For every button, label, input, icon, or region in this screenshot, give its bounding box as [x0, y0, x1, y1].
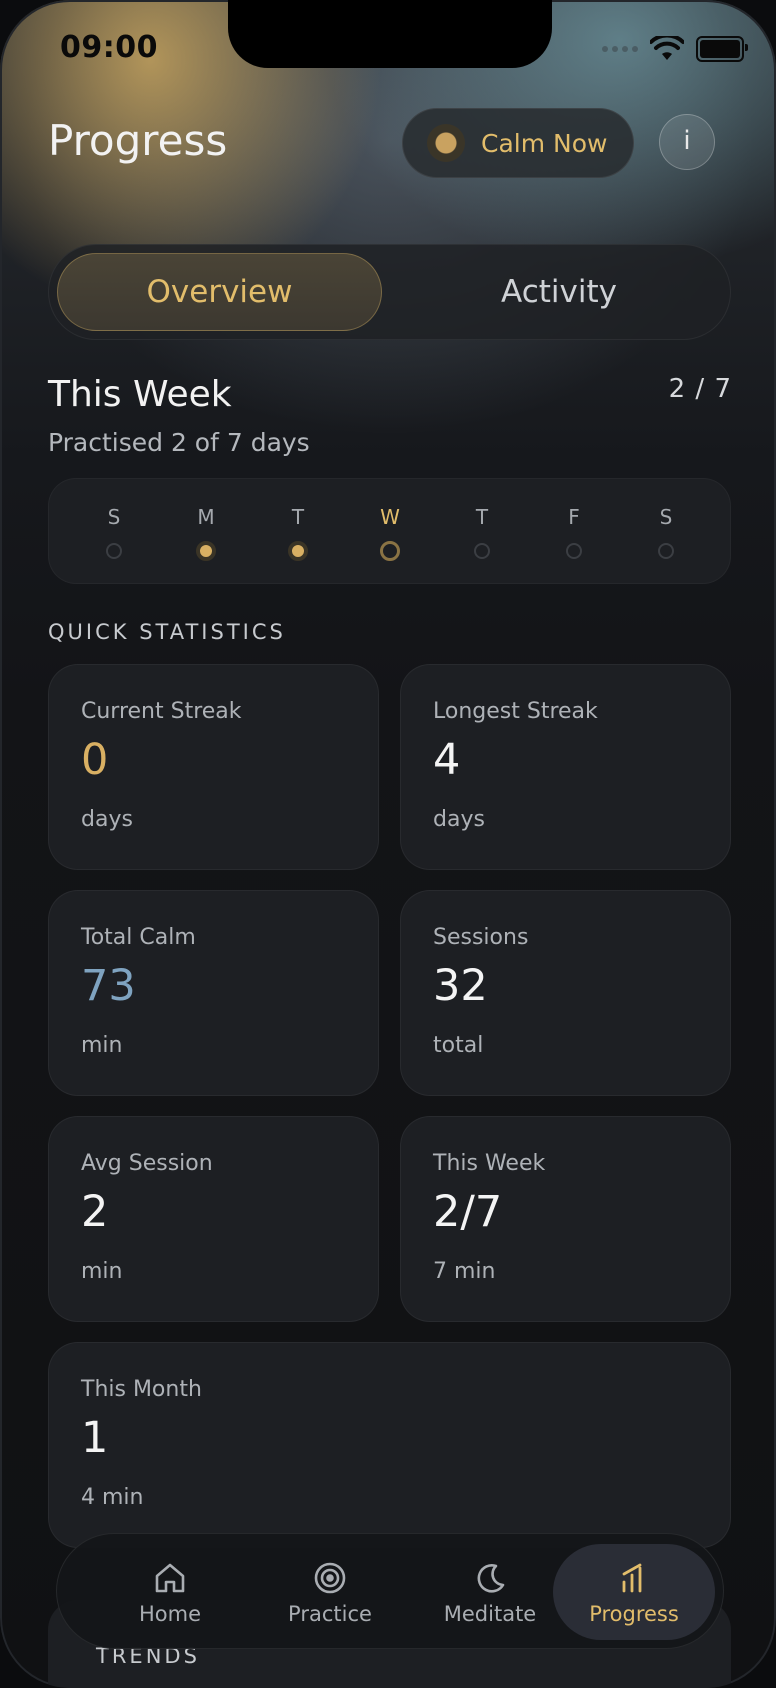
day-letter: T: [291, 505, 305, 529]
nav-practice[interactable]: Practice: [255, 1544, 405, 1640]
week-title: This Week: [48, 374, 232, 415]
target-icon: [314, 1562, 346, 1594]
day-thursday: T: [462, 505, 502, 559]
stat-label: Sessions: [433, 925, 529, 950]
day-wednesday: W: [370, 505, 410, 561]
day-status-dot: [196, 541, 216, 561]
quick-statistics-heading: QUICK STATISTICS: [48, 620, 286, 644]
status-icons: [602, 36, 748, 62]
stat-value: 32: [433, 961, 488, 1011]
nav-meditate[interactable]: Meditate: [415, 1544, 565, 1640]
stat-label: Avg Session: [81, 1151, 213, 1176]
page-title: Progress: [48, 116, 228, 165]
nav-home[interactable]: Home: [95, 1544, 245, 1640]
phone-screen: 09:00 Progress Calm Now i Overview Activ…: [0, 0, 776, 1688]
day-friday: F: [554, 505, 594, 559]
stat-card-total-calm: Total Calm 73 min: [48, 890, 379, 1096]
day-letter: S: [659, 505, 673, 529]
stat-card-longest-streak: Longest Streak 4 days: [400, 664, 731, 870]
stat-value: 2/7: [433, 1187, 503, 1237]
day-monday: M: [186, 505, 226, 561]
day-sunday: S: [94, 505, 134, 559]
week-subtitle: Practised 2 of 7 days: [48, 428, 310, 457]
stat-card-this-month: This Month 1 4 min: [48, 1342, 731, 1548]
calm-now-label: Calm Now: [481, 128, 608, 158]
info-button[interactable]: i: [659, 114, 715, 170]
stat-unit: min: [81, 1033, 123, 1058]
day-status-dot: [106, 543, 122, 559]
stat-label: Total Calm: [81, 925, 196, 950]
stat-unit: total: [433, 1033, 484, 1058]
stat-label: Longest Streak: [433, 699, 598, 724]
day-status-dot: [288, 541, 308, 561]
cellular-signal-icon: [602, 46, 638, 52]
day-status-dot: [474, 543, 490, 559]
bar-chart-icon: [622, 1563, 642, 1593]
day-tuesday: T: [278, 505, 318, 561]
week-count: 2 / 7: [668, 374, 732, 404]
nav-progress[interactable]: Progress: [553, 1544, 715, 1640]
stat-label: This Week: [433, 1151, 546, 1176]
bottom-navigation: Home Practice Meditate Progress: [56, 1533, 724, 1649]
nav-label: Home: [138, 1602, 201, 1626]
day-status-dot: [658, 543, 674, 559]
day-saturday: S: [646, 505, 686, 559]
tab-overview[interactable]: Overview: [57, 253, 382, 331]
stat-unit: min: [81, 1259, 123, 1284]
stat-card-avg-session: Avg Session 2 min: [48, 1116, 379, 1322]
stat-value: 4: [433, 735, 461, 785]
wifi-icon: [650, 36, 684, 60]
battery-icon: [696, 36, 748, 62]
stat-unit: 4 min: [81, 1485, 144, 1510]
calm-now-button[interactable]: Calm Now: [402, 108, 634, 178]
stat-label: Current Streak: [81, 699, 242, 724]
view-switcher: Overview Activity: [48, 244, 731, 340]
stat-card-current-streak: Current Streak 0 days: [48, 664, 379, 870]
nav-label: Practice: [288, 1602, 372, 1626]
stat-card-this-week: This Week 2/7 7 min: [400, 1116, 731, 1322]
nav-label: Meditate: [443, 1602, 537, 1626]
stat-unit: 7 min: [433, 1259, 496, 1284]
day-status-dot: [566, 543, 582, 559]
home-icon: [155, 1563, 185, 1593]
day-letter: T: [475, 505, 489, 529]
day-letter: S: [107, 505, 121, 529]
status-time: 09:00: [60, 30, 158, 65]
day-letter: F: [568, 505, 580, 529]
day-letter: W: [380, 505, 400, 529]
stat-unit: days: [433, 807, 485, 832]
tab-activity[interactable]: Activity: [394, 253, 724, 331]
stat-value: 2: [81, 1187, 109, 1237]
nav-label: Progress: [589, 1602, 679, 1626]
week-days-tracker: S M T W T F S: [48, 478, 731, 584]
stat-unit: days: [81, 807, 133, 832]
device-notch: [228, 0, 552, 68]
stat-value: 73: [81, 961, 136, 1011]
day-letter: M: [197, 505, 215, 529]
stat-label: This Month: [81, 1377, 202, 1402]
stat-value: 1: [81, 1413, 109, 1463]
day-status-dot: [380, 541, 400, 561]
calm-orb-icon: [427, 124, 465, 162]
moon-icon: [477, 1564, 505, 1593]
stat-value: 0: [81, 735, 109, 785]
stat-card-sessions: Sessions 32 total: [400, 890, 731, 1096]
